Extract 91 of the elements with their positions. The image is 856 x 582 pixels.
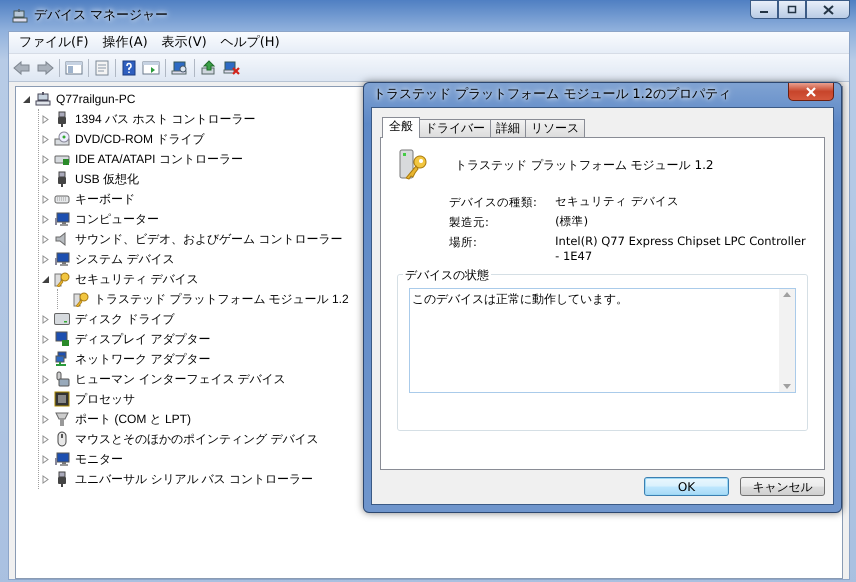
menu-item[interactable]: 表示(V) xyxy=(154,32,214,52)
device-manager-icon xyxy=(12,8,28,24)
collapse-arrow-icon[interactable] xyxy=(40,274,50,284)
expand-arrow-icon[interactable] xyxy=(40,334,50,344)
expand-arrow-icon[interactable] xyxy=(40,114,50,124)
tree-item-label[interactable]: DVD/CD-ROM ドライブ xyxy=(73,130,206,148)
display-adapter-icon xyxy=(54,331,70,347)
input-device-icon xyxy=(54,371,70,387)
tree-item-label[interactable]: キーボード xyxy=(73,190,137,208)
expand-arrow-icon[interactable] xyxy=(40,134,50,144)
monitor-icon xyxy=(54,211,70,227)
help-icon[interactable] xyxy=(121,60,137,76)
expand-arrow-icon[interactable] xyxy=(40,354,50,364)
expand-arrow-icon[interactable] xyxy=(40,454,50,464)
tree-item-label[interactable]: IDE ATA/ATAPI コントローラー xyxy=(73,150,245,168)
menu-item[interactable]: ファイル(F) xyxy=(12,32,96,52)
drive-icon xyxy=(54,311,70,327)
key-icon xyxy=(54,271,70,287)
tree-item-label[interactable]: コンピューター xyxy=(73,210,161,228)
computer-icon xyxy=(35,91,51,107)
tree-item-label[interactable]: システム デバイス xyxy=(73,250,176,268)
group-label: デバイスの状態 xyxy=(403,266,491,284)
tab[interactable]: リソース xyxy=(525,119,585,137)
tree-item-label[interactable]: マウスとそのほかのポインティング デバイス xyxy=(73,430,320,448)
scroll-up-icon[interactable] xyxy=(783,292,791,297)
port-icon xyxy=(54,411,70,427)
property-label: 場所: xyxy=(449,234,478,251)
tree-item-label[interactable]: Q77railgun-PC xyxy=(54,90,138,108)
maximize-icon xyxy=(787,5,797,14)
scan-hardware-icon[interactable] xyxy=(171,60,189,76)
tree-item-label[interactable]: USB 仮想化 xyxy=(73,170,142,188)
forward-icon[interactable] xyxy=(36,60,54,76)
monitor-icon xyxy=(54,451,70,467)
expand-arrow-icon[interactable] xyxy=(40,314,50,324)
close-button[interactable] xyxy=(806,0,850,19)
property-value: セキュリティ デバイス xyxy=(555,194,680,210)
collapse-arrow-icon[interactable] xyxy=(22,94,30,104)
tree-item-label[interactable]: ディスク ドライブ xyxy=(73,310,176,328)
expand-arrow-icon[interactable] xyxy=(40,394,50,404)
tree-item-label[interactable]: ポート (COM と LPT) xyxy=(73,410,193,428)
update-driver-icon[interactable] xyxy=(200,60,218,76)
back-icon[interactable] xyxy=(13,60,31,76)
tree-item-label[interactable]: ネットワーク アダプター xyxy=(73,350,212,368)
tree-item-label[interactable]: トラステッド プラットフォーム モジュール 1.2 xyxy=(92,290,351,308)
tab[interactable]: 全般 xyxy=(382,117,420,138)
device-name: トラステッド プラットフォーム モジュール 1.2 xyxy=(455,157,714,174)
ok-button[interactable]: OK xyxy=(644,477,729,496)
tree-item-label[interactable]: モニター xyxy=(73,450,125,468)
expand-arrow-icon[interactable] xyxy=(40,374,50,384)
expand-arrow-icon[interactable] xyxy=(40,174,50,184)
tree-item-label[interactable]: ヒューマン インターフェイス デバイス xyxy=(73,370,288,388)
scroll-down-icon[interactable] xyxy=(783,384,791,389)
expand-arrow-icon[interactable] xyxy=(40,194,50,204)
processor-icon xyxy=(54,391,70,407)
tab[interactable]: ドライバー xyxy=(419,119,491,137)
uninstall-icon[interactable] xyxy=(223,60,241,76)
tree-item-label[interactable]: ユニバーサル シリアル バス コントローラー xyxy=(73,470,316,488)
properties-icon[interactable] xyxy=(94,60,110,76)
close-icon xyxy=(822,4,834,14)
dialog-title: トラステッド プラットフォーム モジュール 1.2のプロパティ xyxy=(373,86,732,104)
property-label: デバイスの種類: xyxy=(449,194,538,211)
expand-arrow-icon[interactable] xyxy=(40,234,50,244)
cancel-button[interactable]: キャンセル xyxy=(740,477,825,496)
minimize-button[interactable] xyxy=(750,0,778,19)
property-value: Intel(R) Q77 Express Chipset LPC Controller - 1E47 xyxy=(555,234,807,264)
expand-arrow-icon[interactable] xyxy=(40,434,50,444)
menu-item[interactable]: 操作(A) xyxy=(96,32,155,52)
tree-item-label[interactable]: セキュリティ デバイス xyxy=(73,270,200,288)
window-title: デバイス マネージャー xyxy=(34,6,168,25)
disc-drive-icon xyxy=(54,131,70,147)
expand-arrow-icon[interactable] xyxy=(40,154,50,164)
expand-arrow-icon[interactable] xyxy=(40,414,50,424)
tab[interactable]: 詳細 xyxy=(490,119,526,137)
expand-arrow-icon[interactable] xyxy=(40,254,50,264)
console-tree-icon[interactable] xyxy=(65,60,83,76)
maximize-button[interactable] xyxy=(778,0,806,19)
expand-arrow-icon[interactable] xyxy=(40,474,50,484)
menu-item[interactable]: ヘルプ(H) xyxy=(214,32,287,52)
property-value: (標準) xyxy=(555,214,590,230)
key-icon xyxy=(73,291,89,307)
close-icon xyxy=(805,86,817,96)
tree-item-label[interactable]: サウンド、ビデオ、およびゲーム コントローラー xyxy=(73,230,344,248)
tree-item-label[interactable]: プロセッサ xyxy=(73,390,137,408)
action-pane-icon[interactable] xyxy=(142,60,160,76)
expand-arrow-icon[interactable] xyxy=(40,214,50,224)
status-text: このデバイスは正常に動作しています。 xyxy=(412,292,628,306)
tree-item-label[interactable]: ディスプレイ アダプター xyxy=(73,330,212,348)
close-button[interactable] xyxy=(788,83,834,101)
tree-item-label[interactable]: 1394 バス ホスト コントローラー xyxy=(73,110,258,128)
monitor-icon xyxy=(54,251,70,267)
property-label: 製造元: xyxy=(449,214,490,231)
